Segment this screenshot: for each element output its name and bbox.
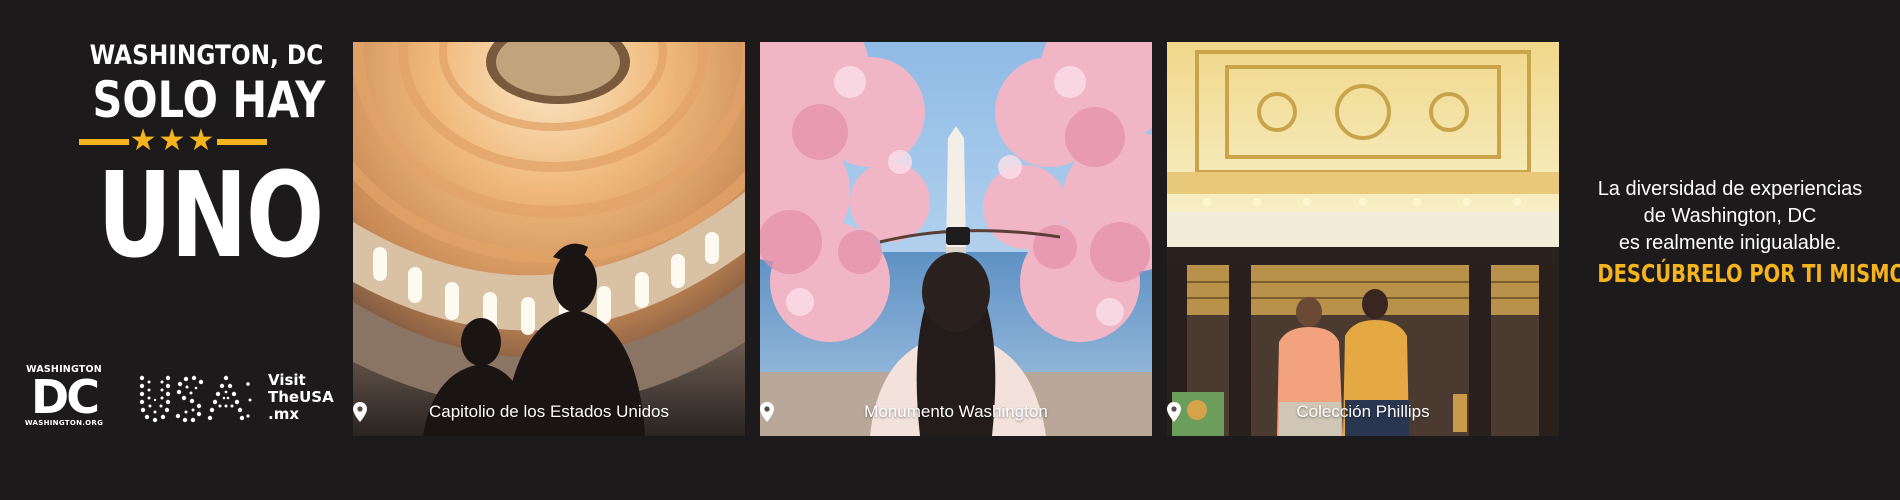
copy-line-3: es realmente inigualable. xyxy=(1618,232,1842,254)
copy-line-1: La diversidad de experiencias xyxy=(1597,178,1863,200)
phillips-gallery-photo xyxy=(1167,42,1559,436)
theusa-word: TheUSA xyxy=(268,388,334,406)
visittheusa-wordmark[interactable]: Visit TheUSA .mx xyxy=(268,372,334,423)
cta-text[interactable]: DESCÚBRELO POR TI MISMO. xyxy=(1597,258,1900,290)
visit-word: Visit xyxy=(268,371,306,389)
card-caption: Monumento Washington xyxy=(760,402,1152,422)
headline-city: WASHINGTON, DC xyxy=(89,40,324,71)
caption-text: Capitolio de los Estados Unidos xyxy=(428,402,670,421)
photo-card-monumento[interactable]: Monumento Washington xyxy=(760,42,1152,436)
cherry-blossom-photo xyxy=(760,42,1152,436)
caption-text: Colección Phillips xyxy=(1296,402,1430,421)
card-caption: Colección Phillips xyxy=(1167,402,1559,422)
headline-uno: UNO xyxy=(97,146,324,284)
photo-card-phillips[interactable]: Colección Phillips xyxy=(1167,42,1559,436)
promo-copy: La diversidad de experiencias de Washing… xyxy=(1560,176,1900,290)
photo-card-capitolio[interactable]: Capitolio de los Estados Unidos xyxy=(353,42,745,436)
capitol-dome-photo xyxy=(353,42,745,436)
mx-domain: .mx xyxy=(268,405,300,423)
card-caption: Capitolio de los Estados Unidos xyxy=(353,402,745,422)
copy-line-2: de Washington, DC xyxy=(1643,205,1817,227)
location-pin-icon xyxy=(1167,402,1181,422)
location-pin-icon xyxy=(760,402,774,422)
usa-dots-icon xyxy=(139,375,252,423)
headline-block: WASHINGTON, DC SOLO HAY ★★★ UNO xyxy=(76,40,326,284)
location-pin-icon xyxy=(353,402,367,422)
usa-dotted-logo[interactable] xyxy=(136,370,256,430)
divider-bar-right xyxy=(217,139,267,145)
headline-solo-hay: SOLO HAY xyxy=(92,71,326,129)
divider-bar-left xyxy=(79,139,129,145)
dc-logo-url: WASHINGTON.ORG xyxy=(24,419,104,427)
dc-logo-main: DC xyxy=(31,370,100,424)
washington-dc-logo[interactable]: WASHINGTON DC WASHINGTON.ORG xyxy=(22,364,106,436)
caption-text: Monumento Washington xyxy=(864,402,1048,421)
